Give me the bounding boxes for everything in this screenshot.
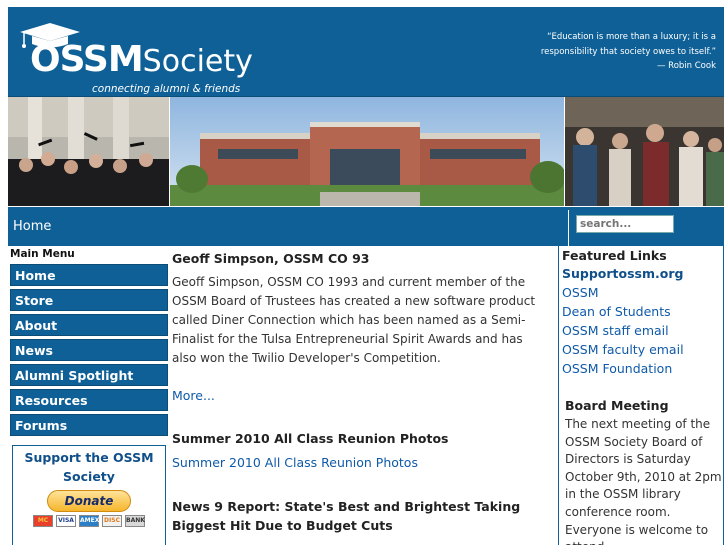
photo-banner xyxy=(8,97,724,206)
visa-icon: VISA xyxy=(56,515,76,527)
breadcrumb[interactable]: Home xyxy=(13,219,51,234)
link-dean-of-students[interactable]: Dean of Students xyxy=(562,304,671,319)
header-quote: “Education is more than a luxury; it is … xyxy=(516,30,716,74)
menu-item-news[interactable]: News xyxy=(10,339,168,361)
logo-society: Society xyxy=(142,44,253,79)
article-title: Geoff Simpson, OSSM CO 93 xyxy=(172,251,370,266)
donate-button[interactable]: Donate xyxy=(47,490,131,512)
article-title: News 9 Report: State's Best and Brightes… xyxy=(172,499,521,533)
discover-icon: DISC xyxy=(102,515,122,527)
graduates-photo xyxy=(8,97,169,206)
board-meeting-text: The next meeting of the OSSM Society Boa… xyxy=(565,417,722,545)
alumni-gathering-photo xyxy=(565,97,724,206)
link-ossm-foundation[interactable]: OSSM Foundation xyxy=(562,361,672,376)
payment-cards: MC VISA AMEX DISC BANK xyxy=(13,515,165,527)
reunion-photos-link[interactable]: Summer 2010 All Class Reunion Photos xyxy=(172,455,418,470)
link-staff-email[interactable]: OSSM staff email xyxy=(562,323,669,338)
quote-text: “Education is more than a luxury; it is … xyxy=(540,32,716,57)
menu-item-resources[interactable]: Resources xyxy=(10,389,168,411)
main-content: Geoff Simpson, OSSM CO 93 Geoff Simpson,… xyxy=(172,246,554,545)
campus-building-photo xyxy=(170,97,564,206)
article-body: Geoff Simpson, OSSM CO 1993 and current … xyxy=(172,275,536,365)
right-sidebar: Featured Links Supportossm.org OSSM Dean… xyxy=(558,246,724,545)
bank-icon: BANK xyxy=(125,515,145,527)
more-link[interactable]: More... xyxy=(172,388,215,403)
main-menu-title: Main Menu xyxy=(10,248,75,260)
amex-icon: AMEX xyxy=(79,515,99,527)
link-ossm[interactable]: OSSM xyxy=(562,285,599,300)
search-area xyxy=(568,210,724,246)
article-title: Summer 2010 All Class Reunion Photos xyxy=(172,431,449,446)
graduates-photo-image xyxy=(8,97,169,206)
navigation-bar: Home xyxy=(8,206,724,246)
mastercard-icon: MC xyxy=(33,515,53,527)
menu-item-home[interactable]: Home xyxy=(10,264,168,286)
logo-tagline: connecting alumni & friends xyxy=(92,83,241,95)
logo-ossm: OSSM xyxy=(30,39,144,80)
campus-building-photo-image xyxy=(170,97,564,206)
left-sidebar: Main Menu Home Store About News Alumni S… xyxy=(8,246,168,545)
quote-author: — Robin Cook xyxy=(656,61,716,71)
ossm-society-logo[interactable]: OSSMSociety connecting alumni & friends xyxy=(14,23,264,95)
menu-item-store[interactable]: Store xyxy=(10,289,168,311)
search-input[interactable] xyxy=(576,215,674,233)
menu-item-alumni-spotlight[interactable]: Alumni Spotlight xyxy=(10,364,168,386)
support-box: Support the OSSM Society Donate MC VISA … xyxy=(12,445,166,545)
menu-item-about[interactable]: About xyxy=(10,314,168,336)
site-header: OSSMSociety connecting alumni & friends … xyxy=(8,7,724,97)
support-title: Support the OSSM Society xyxy=(24,450,154,484)
featured-links-title: Featured Links xyxy=(562,248,667,263)
alumni-gathering-photo-image xyxy=(565,97,724,206)
link-supportossm[interactable]: Supportossm.org xyxy=(562,266,683,281)
link-faculty-email[interactable]: OSSM faculty email xyxy=(562,342,684,357)
menu-item-forums[interactable]: Forums xyxy=(10,414,168,436)
logo-wordmark: OSSMSociety xyxy=(30,40,253,80)
board-meeting-title: Board Meeting xyxy=(565,398,669,413)
